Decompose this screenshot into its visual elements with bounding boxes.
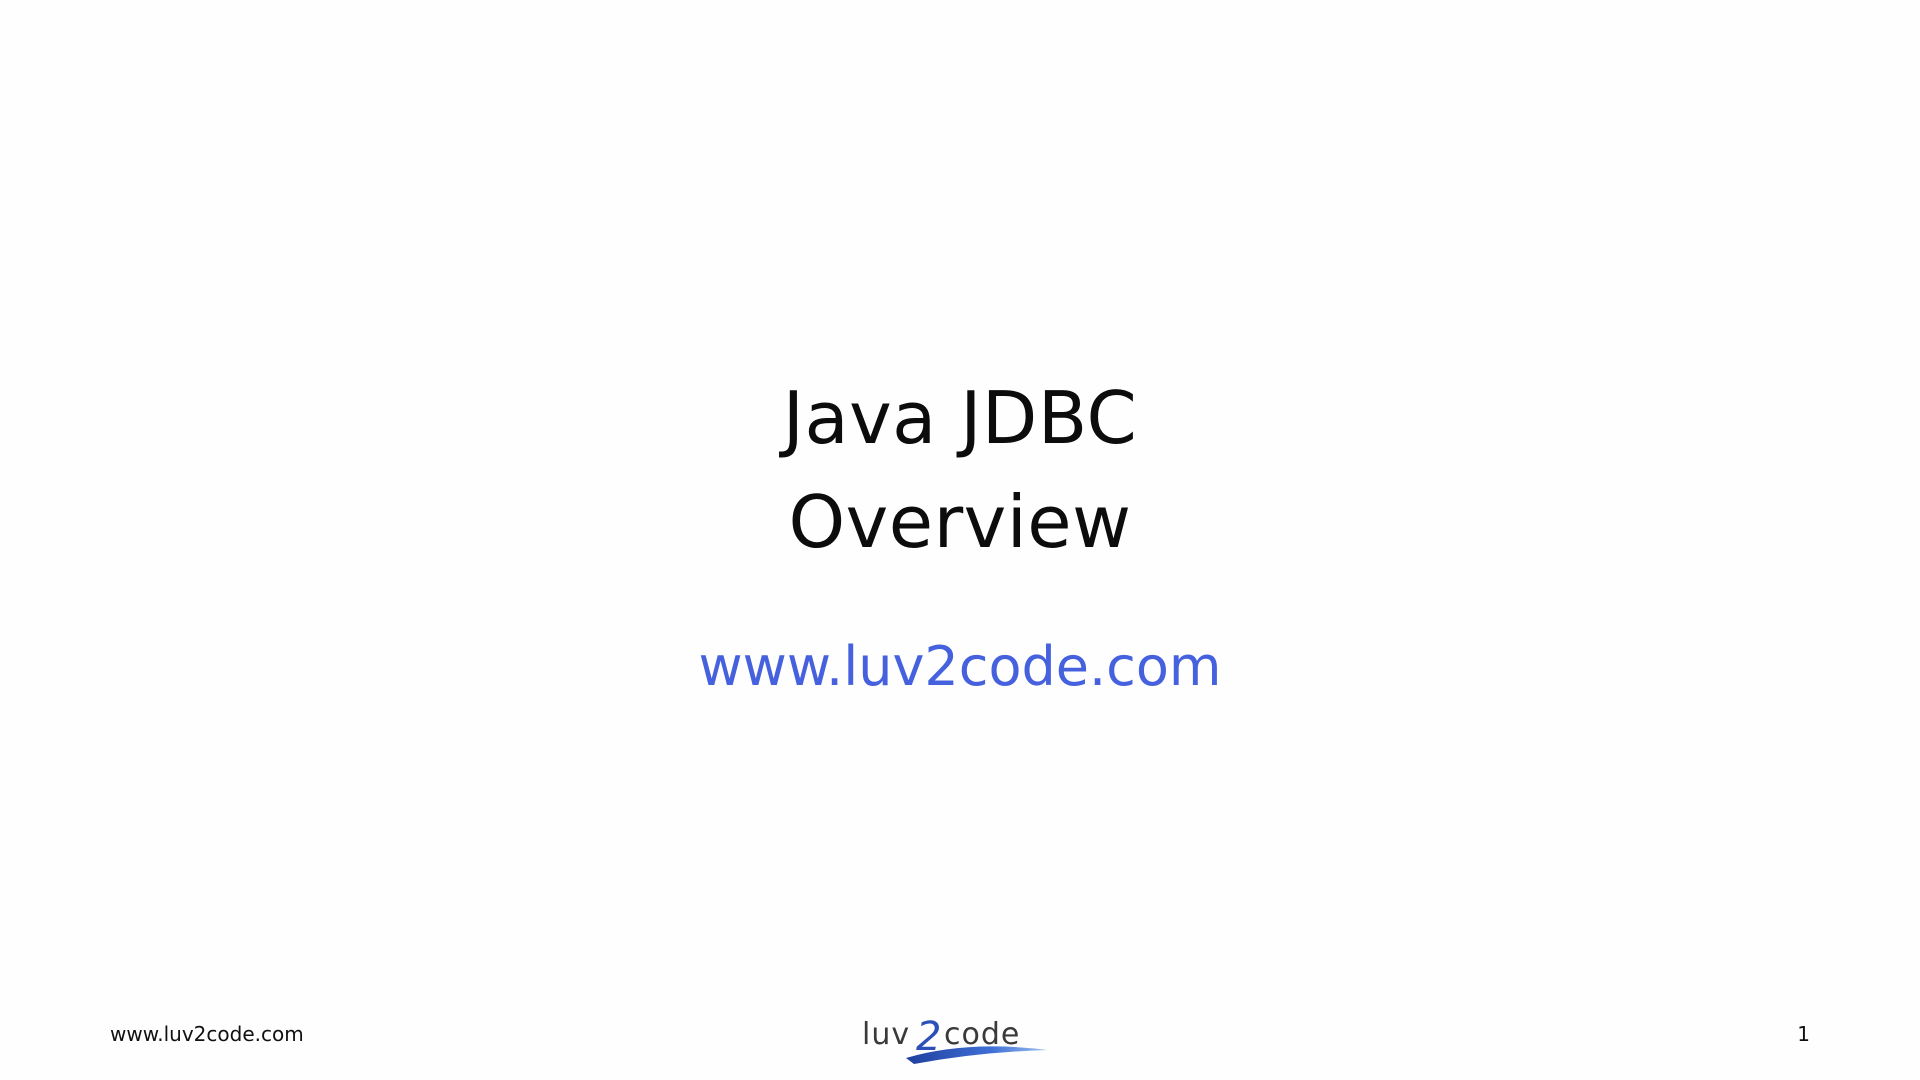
website-link[interactable]: www.luv2code.com	[0, 632, 1920, 702]
svg-text:luv: luv	[862, 1017, 910, 1052]
slide: Java JDBC Overview www.luv2code.com www.…	[0, 0, 1920, 1080]
luv2code-logo: luv 2 code	[862, 1014, 1048, 1064]
page-number: 1	[1797, 1022, 1810, 1046]
slide-title: Java JDBC Overview	[0, 366, 1920, 574]
footer-website-text: www.luv2code.com	[110, 1022, 304, 1046]
title-line-1: Java JDBC	[782, 376, 1138, 460]
title-line-2: Overview	[788, 480, 1132, 564]
